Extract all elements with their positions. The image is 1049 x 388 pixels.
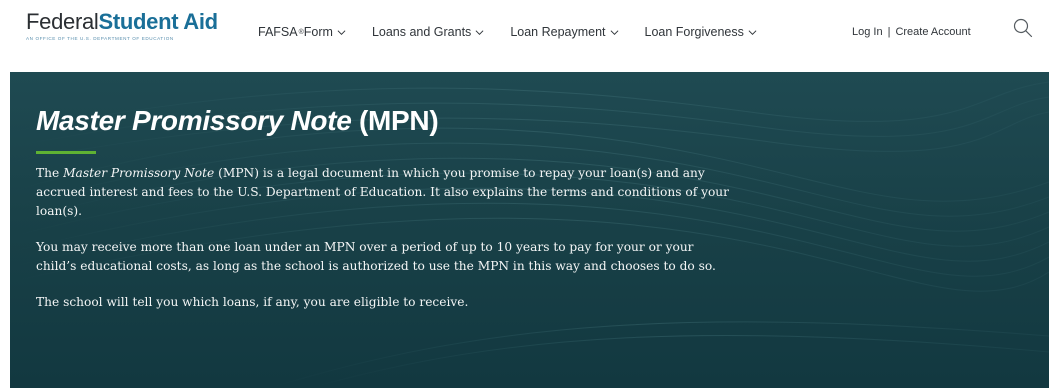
intro-paragraph: The Master Promissory Note (MPN) is a le…: [36, 164, 736, 221]
intro-italic: Master Promissory Note: [63, 166, 215, 180]
nav-item-fafsa-suffix: Form: [303, 25, 333, 39]
nav-item-fafsa-label: FAFSA: [258, 25, 298, 39]
chevron-down-icon: [475, 29, 484, 35]
nav-item-loan-repayment-label: Loan Repayment: [510, 25, 606, 39]
chevron-down-icon: [748, 29, 757, 35]
page-title-rest: (MPN): [351, 105, 439, 136]
nav-item-loan-repayment[interactable]: Loan Repayment: [510, 25, 618, 39]
nav-item-loan-forgiveness-label: Loan Forgiveness: [644, 25, 744, 39]
hero-banner: Master Promissory Note (MPN) The Master …: [10, 72, 1049, 388]
create-account-link[interactable]: Create Account: [895, 26, 970, 38]
brand-name-light: Federal: [26, 9, 99, 34]
nav-item-fafsa[interactable]: FAFSA ® Form: [258, 25, 346, 39]
site-header: FederalStudent Aid An OFFICE of the U.S.…: [0, 0, 1049, 68]
login-link[interactable]: Log In: [852, 26, 883, 38]
search-icon: [1013, 18, 1033, 38]
page-title-italic: Master Promissory Note: [36, 105, 352, 136]
nav-item-loans-grants[interactable]: Loans and Grants: [372, 25, 484, 39]
chevron-down-icon: [337, 29, 346, 35]
search-button[interactable]: [1012, 17, 1034, 39]
page-title: Master Promissory Note (MPN): [36, 104, 736, 138]
account-separator: |: [887, 26, 891, 38]
school-info-paragraph: The school will tell you which loans, if…: [36, 295, 469, 309]
nav-item-loan-forgiveness[interactable]: Loan Forgiveness: [645, 25, 757, 39]
account-links: Log In | Create Account: [852, 22, 971, 42]
brand-name-bold: Student Aid: [98, 9, 219, 34]
multiple-loans-paragraph: You may receive more than one loan under…: [36, 240, 716, 273]
intro-prefix: The: [36, 166, 64, 180]
main-nav: FAFSA ® Form Loans and Grants Loan Repaym…: [258, 22, 783, 42]
brand-name: FederalStudent Aid: [26, 10, 226, 34]
brand-tagline: An OFFICE of the U.S. DEPARTMENT of EDUC…: [26, 36, 174, 41]
hero-content: Master Promissory Note (MPN) The Master …: [36, 104, 736, 329]
title-underline: [36, 151, 96, 154]
chevron-down-icon: [610, 29, 618, 35]
brand-logo[interactable]: FederalStudent Aid An OFFICE of the U.S.…: [26, 10, 226, 50]
nav-item-loans-grants-label: Loans and Grants: [371, 25, 472, 39]
